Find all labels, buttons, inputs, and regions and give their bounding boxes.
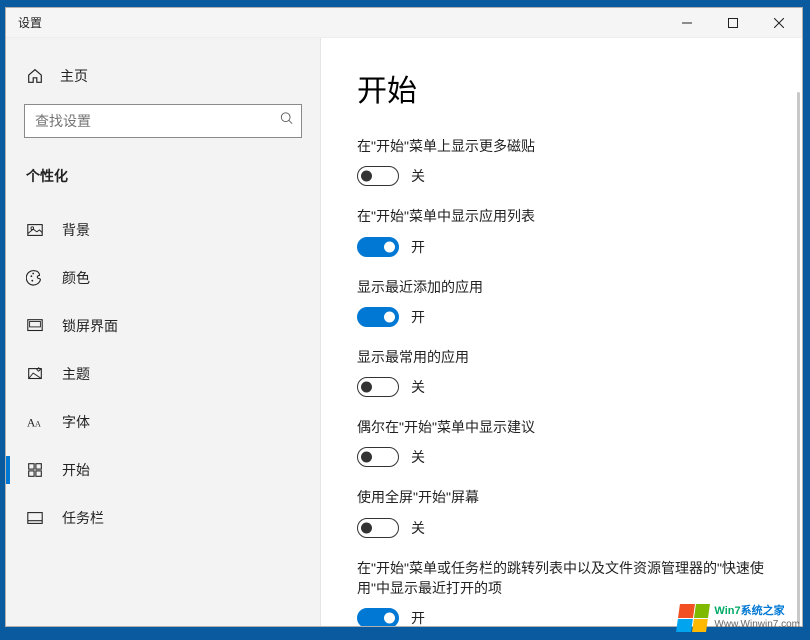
titlebar: 设置 <box>6 8 802 38</box>
toggle-switch[interactable] <box>357 237 399 257</box>
setting-6: 在"开始"菜单或任务栏的跳转列表中以及文件资源管理器的"快速使用"中显示最近打开… <box>357 558 766 626</box>
content-pane: 开始 在"开始"菜单上显示更多磁贴关在"开始"菜单中显示应用列表开显示最近添加的… <box>321 38 802 626</box>
setting-label: 显示最近添加的应用 <box>357 277 766 297</box>
start-icon <box>26 461 44 479</box>
sidebar-item-6[interactable]: 任务栏 <box>6 494 320 542</box>
palette-icon <box>26 269 44 287</box>
toggle-row: 关 <box>357 518 766 538</box>
sidebar-item-4[interactable]: AA 字体 <box>6 398 320 446</box>
toggle-state-label: 关 <box>411 166 425 186</box>
sidebar-nav: 背景颜色锁屏界面主题 AA 字体开始任务栏 <box>6 206 320 542</box>
toggle-row: 开 <box>357 608 766 626</box>
taskbar-icon <box>26 509 44 527</box>
setting-0: 在"开始"菜单上显示更多磁贴关 <box>357 136 766 186</box>
toggle-state-label: 关 <box>411 447 425 467</box>
window-body: 主页 个性化 背景颜色锁屏界面主题AA字体开始任务栏 开始 在"开始"菜单上显示… <box>6 38 802 626</box>
minimize-button[interactable] <box>664 8 710 37</box>
maximize-icon <box>728 18 738 28</box>
toggle-state-label: 开 <box>411 608 425 626</box>
setting-label: 偶尔在"开始"菜单中显示建议 <box>357 417 766 437</box>
setting-5: 使用全屏"开始"屏幕关 <box>357 487 766 537</box>
sidebar-item-label: 主题 <box>62 364 90 384</box>
sidebar-section-label: 个性化 <box>6 158 320 196</box>
toggle-state-label: 开 <box>411 307 425 327</box>
sidebar-item-5[interactable]: 开始 <box>6 446 320 494</box>
close-button[interactable] <box>756 8 802 37</box>
sidebar-item-label: 背景 <box>62 220 90 240</box>
search-wrap <box>24 104 302 138</box>
search-icon <box>280 112 294 131</box>
window-title: 设置 <box>18 14 42 31</box>
toggle-switch[interactable] <box>357 307 399 327</box>
toggle-switch[interactable] <box>357 518 399 538</box>
home-icon <box>26 67 44 85</box>
toggle-row: 关 <box>357 166 766 186</box>
sidebar-item-2[interactable]: 锁屏界面 <box>6 302 320 350</box>
picture-icon <box>26 221 44 239</box>
toggle-switch[interactable] <box>357 166 399 186</box>
sidebar-item-0[interactable]: 背景 <box>6 206 320 254</box>
svg-text:A: A <box>35 420 41 429</box>
settings-window: 设置 主页 <box>5 7 803 627</box>
sidebar-item-label: 颜色 <box>62 268 90 288</box>
sidebar-item-label: 开始 <box>62 460 90 480</box>
font-icon: AA <box>26 413 44 431</box>
toggle-row: 开 <box>357 237 766 257</box>
settings-list: 在"开始"菜单上显示更多磁贴关在"开始"菜单中显示应用列表开显示最近添加的应用开… <box>357 136 766 626</box>
toggle-switch[interactable] <box>357 447 399 467</box>
toggle-row: 关 <box>357 377 766 397</box>
minimize-icon <box>682 18 692 28</box>
theme-icon <box>26 365 44 383</box>
close-icon <box>774 18 784 28</box>
home-link[interactable]: 主页 <box>6 58 320 104</box>
sidebar-item-label: 锁屏界面 <box>62 316 118 336</box>
toggle-row: 开 <box>357 307 766 327</box>
maximize-button[interactable] <box>710 8 756 37</box>
sidebar-item-label: 字体 <box>62 412 90 432</box>
toggle-state-label: 开 <box>411 237 425 257</box>
setting-label: 在"开始"菜单中显示应用列表 <box>357 206 766 226</box>
toggle-row: 关 <box>357 447 766 467</box>
window-controls <box>664 8 802 37</box>
sidebar-item-1[interactable]: 颜色 <box>6 254 320 302</box>
sidebar: 主页 个性化 背景颜色锁屏界面主题 AA 字体开始任务栏 <box>6 38 321 626</box>
setting-label: 显示最常用的应用 <box>357 347 766 367</box>
setting-3: 显示最常用的应用关 <box>357 347 766 397</box>
search-input[interactable] <box>24 104 302 138</box>
setting-1: 在"开始"菜单中显示应用列表开 <box>357 206 766 256</box>
setting-4: 偶尔在"开始"菜单中显示建议关 <box>357 417 766 467</box>
content-scrollbar[interactable] <box>797 92 800 624</box>
setting-2: 显示最近添加的应用开 <box>357 277 766 327</box>
sidebar-item-3[interactable]: 主题 <box>6 350 320 398</box>
toggle-switch[interactable] <box>357 608 399 626</box>
setting-label: 在"开始"菜单或任务栏的跳转列表中以及文件资源管理器的"快速使用"中显示最近打开… <box>357 558 766 599</box>
toggle-switch[interactable] <box>357 377 399 397</box>
toggle-state-label: 关 <box>411 377 425 397</box>
page-title: 开始 <box>357 66 766 110</box>
sidebar-item-label: 任务栏 <box>62 508 104 528</box>
toggle-state-label: 关 <box>411 518 425 538</box>
setting-label: 在"开始"菜单上显示更多磁贴 <box>357 136 766 156</box>
setting-label: 使用全屏"开始"屏幕 <box>357 487 766 507</box>
lockscreen-icon <box>26 317 44 335</box>
home-label: 主页 <box>60 66 88 86</box>
